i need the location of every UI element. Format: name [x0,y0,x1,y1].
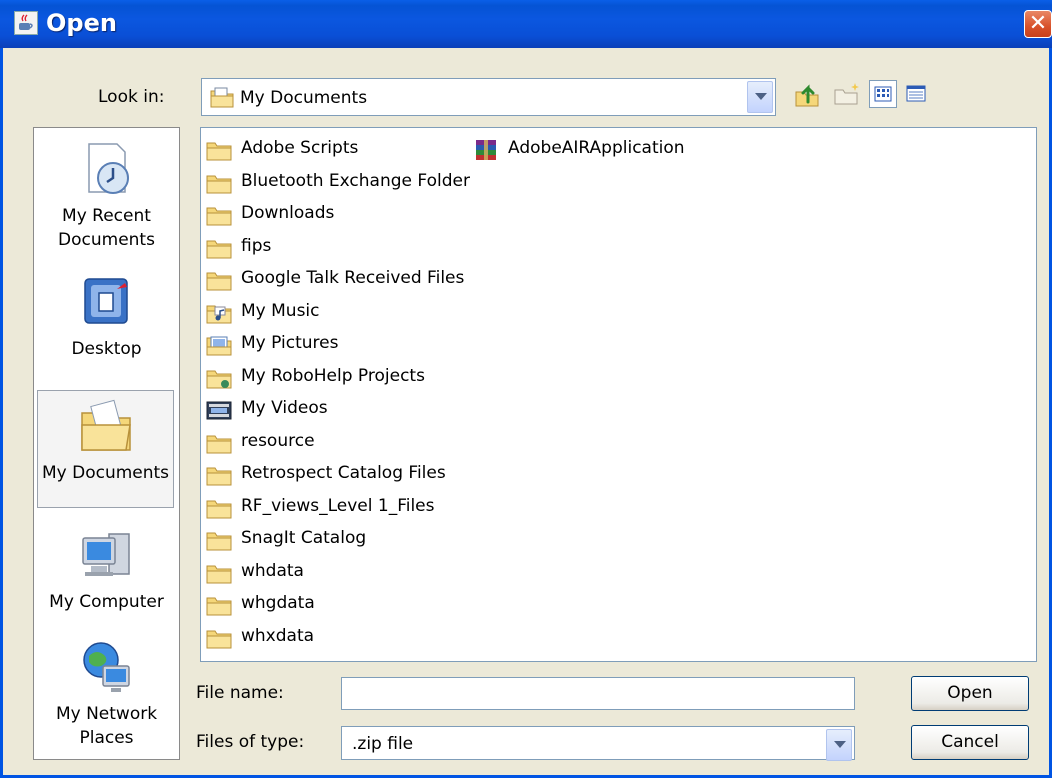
places-bar: My Recent Documents Desktop My Documents… [33,127,180,760]
look-in-value: My Documents [240,88,368,108]
look-in-bar: Look in: My Documents [3,72,1049,122]
folder-icon [206,432,232,454]
folder-icon [206,627,232,649]
folder-icon [206,204,232,226]
desktop-icon [77,273,137,333]
videos-folder-icon [206,399,232,421]
folder-icon [206,237,232,259]
network-places-icon [77,638,137,698]
chevron-down-icon [755,93,767,100]
close-button[interactable]: ✕ [1024,10,1052,38]
pictures-folder-icon [206,334,232,356]
details-view-icon [906,85,926,102]
my-computer-icon [77,526,137,586]
details-view-button[interactable] [903,80,931,108]
cancel-button[interactable]: Cancel [911,725,1029,760]
file-name-input[interactable] [341,677,855,710]
files-of-type-value: .zip file [352,734,414,754]
look-in-select[interactable]: My Documents [201,78,776,116]
music-folder-icon [206,302,232,324]
open-button[interactable]: Open [911,676,1029,711]
archive-file-icon [473,139,499,161]
my-documents-icon [76,397,136,457]
folder-icon [206,269,232,291]
folder-icon [206,464,232,486]
file-list[interactable]: Adobe Scripts Bluetooth Exchange Folder … [200,127,1037,662]
up-one-level-icon [795,84,819,107]
place-desktop[interactable]: Desktop [34,273,179,361]
list-view-button[interactable] [869,80,897,108]
folder-icon [206,562,232,584]
title-bar[interactable]: Open ✕ [0,0,1052,48]
folder-icon [206,594,232,616]
files-of-type-label: Files of type: [196,732,305,752]
list-view-icon [874,86,892,102]
place-my-computer[interactable]: My Computer [34,526,179,614]
chevron-down-icon [834,741,846,748]
java-cup-icon [14,11,38,35]
place-my-recent-documents[interactable]: My Recent Documents [34,140,179,252]
dialog-title: Open [46,9,117,37]
folder-icon [206,529,232,551]
files-of-type-select[interactable]: .zip file [341,726,855,761]
files-of-type-dropdown-button[interactable] [826,729,852,761]
file-name-label: File name: [196,683,284,703]
open-dialog: Open ✕ Look in: My Documents My Recent D… [0,0,1052,778]
folder-icon [206,172,232,194]
place-my-documents[interactable]: My Documents [37,390,174,508]
my-documents-folder-icon [210,86,234,112]
recent-documents-icon [77,140,137,200]
folder-icon [206,497,232,519]
create-new-folder-icon [834,83,859,105]
look-in-dropdown-button[interactable] [747,81,773,113]
up-one-level-button[interactable] [793,80,821,108]
robohelp-folder-icon [206,367,232,389]
create-new-folder-button[interactable] [833,80,861,108]
folder-icon [206,139,232,161]
place-my-network-places[interactable]: My Network Places [34,638,179,750]
look-in-label: Look in: [98,87,165,107]
